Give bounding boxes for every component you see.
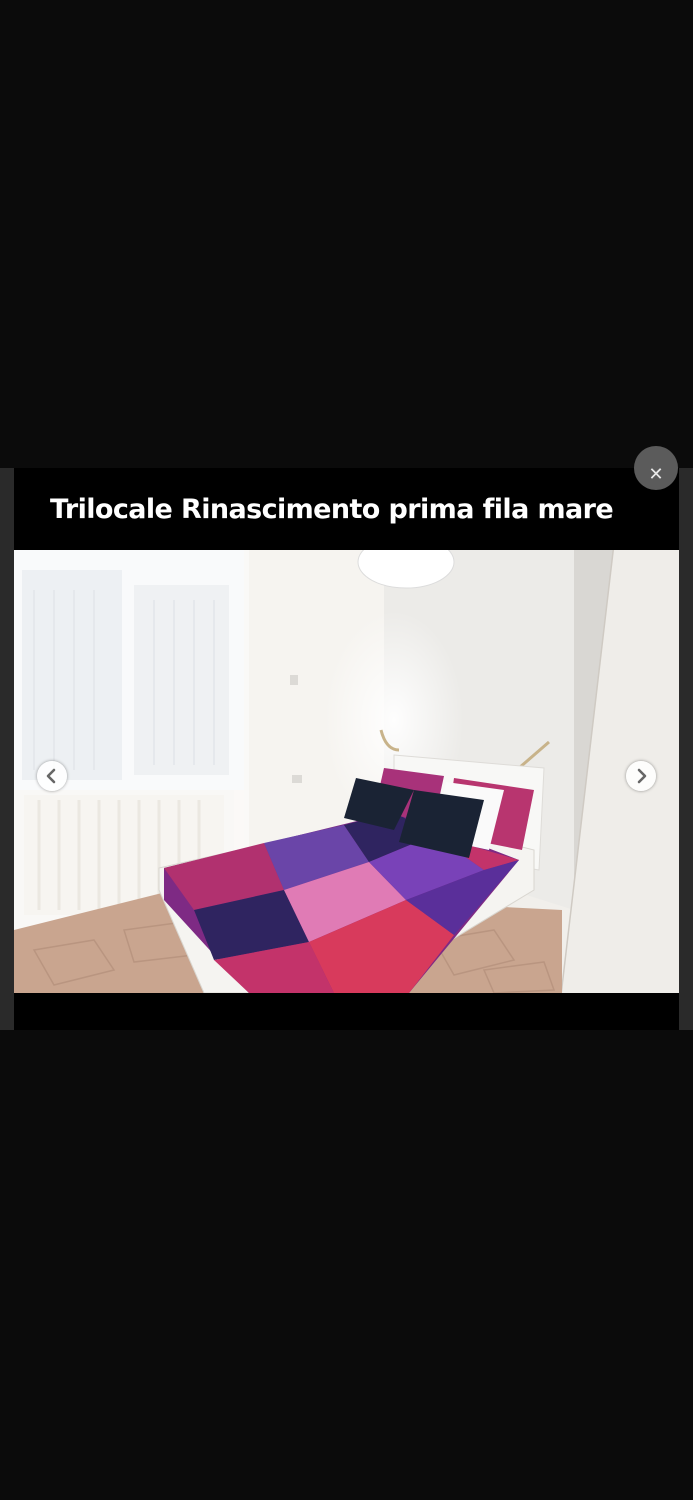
bedroom-photo bbox=[14, 550, 679, 993]
listing-title: Trilocale Rinascimento prima fila mare bbox=[50, 494, 614, 525]
gallery-frame: Trilocale Rinascimento prima fila mare ✕ bbox=[0, 446, 693, 1030]
previous-image-button[interactable] bbox=[37, 761, 67, 791]
chevron-left-icon bbox=[46, 768, 56, 784]
frame-edge-right bbox=[679, 468, 693, 1030]
caption-strip bbox=[14, 993, 679, 1030]
bedroom-illustration bbox=[14, 550, 679, 993]
close-button[interactable]: ✕ bbox=[634, 446, 678, 490]
frame-edge-left bbox=[0, 468, 14, 1030]
chevron-right-icon bbox=[637, 768, 647, 784]
image-viewer: Trilocale Rinascimento prima fila mare ✕ bbox=[0, 0, 693, 1500]
close-icon: ✕ bbox=[648, 464, 664, 485]
next-image-button[interactable] bbox=[626, 761, 656, 791]
title-bar: Trilocale Rinascimento prima fila mare bbox=[14, 468, 679, 550]
